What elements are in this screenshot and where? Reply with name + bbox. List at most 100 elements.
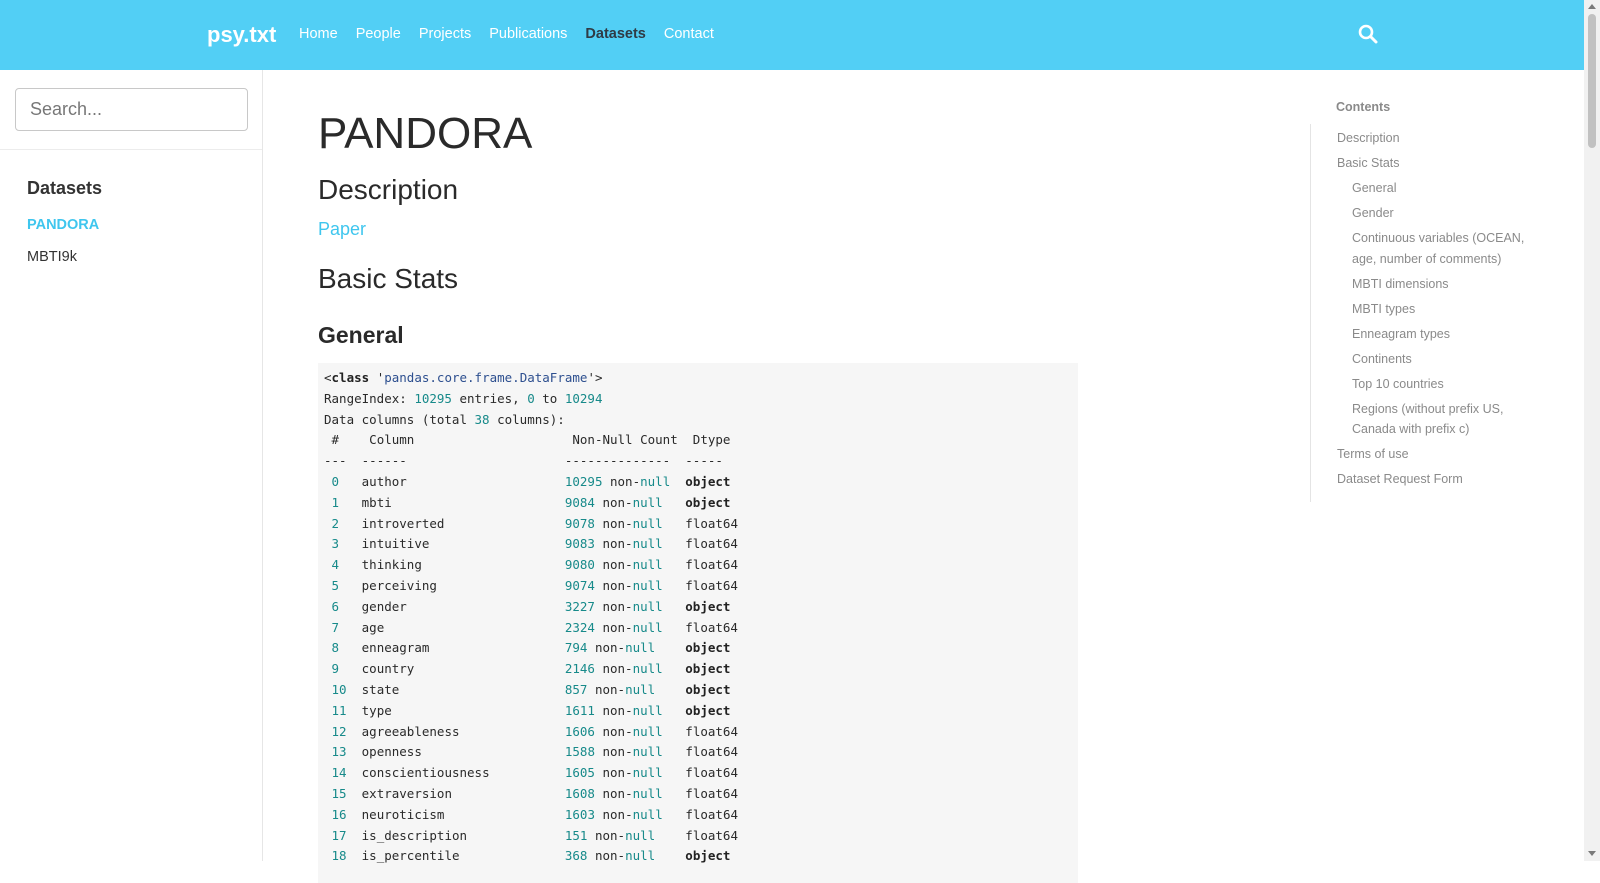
sidebar-item-mbti9k[interactable]: MBTI9k: [27, 247, 99, 267]
code-null-keyword: null: [625, 640, 656, 656]
code-column-index: 5: [331, 577, 340, 593]
code-column-name: extraversion: [361, 785, 452, 801]
top-navbar: psy.txt Home People Projects Publication…: [0, 0, 1584, 70]
code-column-dtype: float64: [685, 765, 738, 781]
nav-link-publications[interactable]: Publications: [489, 24, 567, 44]
code-column-index: 16: [331, 806, 347, 822]
sidebar: Datasets PANDORA MBTI9k: [0, 70, 263, 861]
code-header-column: Column: [369, 432, 415, 448]
code-null-keyword: null: [632, 494, 663, 510]
code-column-count: 9080: [564, 557, 595, 573]
code-column-index: 11: [331, 702, 347, 718]
nav-link-datasets[interactable]: Datasets: [585, 24, 645, 44]
code-column-name: is_percentile: [361, 848, 460, 864]
code-null-keyword: null: [632, 702, 663, 718]
code-class-name: pandas.core.frame.DataFrame: [384, 370, 588, 385]
scroll-up-arrow-icon[interactable]: [1588, 4, 1596, 9]
code-column-index: 9: [331, 661, 340, 677]
code-column-row: 18 is_percentile 368 non-null object: [331, 848, 731, 864]
general-heading: General: [318, 322, 404, 348]
code-column-name: enneagram: [361, 640, 430, 656]
search-icon[interactable]: [1358, 24, 1378, 44]
code-column-index: 3: [331, 536, 340, 552]
toc-item[interactable]: General: [1337, 178, 1536, 199]
sidebar-search-input[interactable]: [15, 88, 248, 131]
code-column-name: is_description: [361, 827, 468, 843]
code-keyword: class: [331, 370, 370, 385]
code-column-dtype: float64: [685, 577, 738, 593]
nav-link-home[interactable]: Home: [299, 24, 338, 44]
code-null-keyword: null: [632, 536, 663, 552]
scrollbar-thumb[interactable]: [1588, 14, 1596, 148]
page-scrollbar[interactable]: [1584, 0, 1600, 861]
code-column-name: neuroticism: [361, 806, 445, 822]
toc-item[interactable]: Top 10 countries: [1337, 374, 1536, 395]
code-sep-dtype: -----: [685, 453, 723, 469]
code-column-dtype: float64: [685, 515, 738, 531]
toc-item[interactable]: Gender: [1337, 203, 1536, 224]
code-column-dtype: float64: [685, 827, 738, 843]
code-line-class: <class 'pandas.core.frame.DataFrame'>: [324, 370, 603, 385]
scroll-down-arrow-icon[interactable]: [1588, 851, 1596, 856]
code-column-index: 0: [331, 473, 340, 489]
toc-item[interactable]: Basic Stats: [1337, 153, 1536, 174]
toc-list: Description Basic Stats General Gender Conti…: [1310, 124, 1536, 502]
code-column-count: 2324: [564, 619, 595, 635]
toc-item[interactable]: Dataset Request Form: [1337, 469, 1536, 490]
code-null-keyword: null: [625, 681, 656, 697]
toc-item[interactable]: MBTI dimensions: [1337, 274, 1536, 295]
nav-link-people[interactable]: People: [356, 24, 401, 44]
code-column-rows: 0 author 10295 non-null object 1 mbti 90…: [324, 472, 1072, 867]
code-column-dtype: float64: [685, 723, 738, 739]
toc-item[interactable]: Regions (without prefix US, Canada with …: [1337, 399, 1536, 440]
toc-item[interactable]: Continents: [1337, 349, 1536, 370]
code-column-name: age: [361, 619, 385, 635]
code-column-dtype: float64: [685, 785, 738, 801]
code-sep-count: --------------: [564, 453, 671, 469]
sidebar-item-pandora[interactable]: PANDORA: [27, 215, 99, 235]
nav-link-projects[interactable]: Projects: [419, 24, 471, 44]
code-column-dtype: float64: [685, 806, 738, 822]
code-null-keyword: null: [632, 785, 663, 801]
code-line-header: # Column Non-Null Count Dtype: [324, 430, 1072, 451]
code-column-row: 16 neuroticism 1603 non-null float64: [331, 806, 738, 822]
code-column-row: 5 perceiving 9074 non-null float64: [331, 577, 738, 593]
sidebar-search-container: [0, 70, 262, 150]
toc-item[interactable]: Continuous variables (OCEAN, age, number…: [1337, 228, 1536, 269]
code-column-count: 9083: [564, 536, 595, 552]
code-null-keyword: null: [632, 577, 663, 593]
code-null-keyword: null: [632, 619, 663, 635]
description-heading: Description: [318, 174, 459, 205]
toc-item[interactable]: Enneagram types: [1337, 324, 1536, 345]
code-column-row: 14 conscientiousness 1605 non-null float…: [331, 765, 738, 781]
paper-link[interactable]: Paper: [318, 217, 366, 241]
code-null-keyword: null: [632, 765, 663, 781]
code-column-dtype: float64: [685, 557, 738, 573]
nav-link-contact[interactable]: Contact: [664, 24, 714, 44]
code-column-count: 151: [564, 827, 588, 843]
code-column-row: 11 type 1611 non-null object: [331, 702, 731, 718]
code-column-dtype: float64: [685, 619, 738, 635]
code-column-count: 9084: [564, 494, 595, 510]
code-column-index: 15: [331, 785, 347, 801]
toc-item[interactable]: Terms of use: [1337, 444, 1536, 465]
code-column-name: gender: [361, 598, 407, 614]
code-column-count: 1611: [564, 702, 595, 718]
code-column-row: 7 age 2324 non-null float64: [331, 619, 738, 635]
code-column-dtype: float64: [685, 744, 738, 760]
nav-links: Home People Projects Publications Datase…: [299, 24, 732, 44]
code-column-dtype: object: [685, 702, 731, 718]
toc-item[interactable]: Description: [1337, 128, 1536, 149]
code-header-idx: #: [331, 432, 340, 448]
brand-logo[interactable]: psy.txt: [207, 20, 276, 50]
code-column-row: 17 is_description 151 non-null float64: [331, 827, 738, 843]
code-column-index: 14: [331, 765, 347, 781]
code-column-name: introverted: [361, 515, 445, 531]
code-column-row: 9 country 2146 non-null object: [331, 661, 731, 677]
toc-item[interactable]: MBTI types: [1337, 299, 1536, 320]
code-column-count: 1608: [564, 785, 595, 801]
code-column-dtype: object: [685, 598, 731, 614]
code-column-dtype: object: [685, 681, 731, 697]
code-null-keyword: null: [632, 598, 663, 614]
code-null-keyword: null: [632, 744, 663, 760]
